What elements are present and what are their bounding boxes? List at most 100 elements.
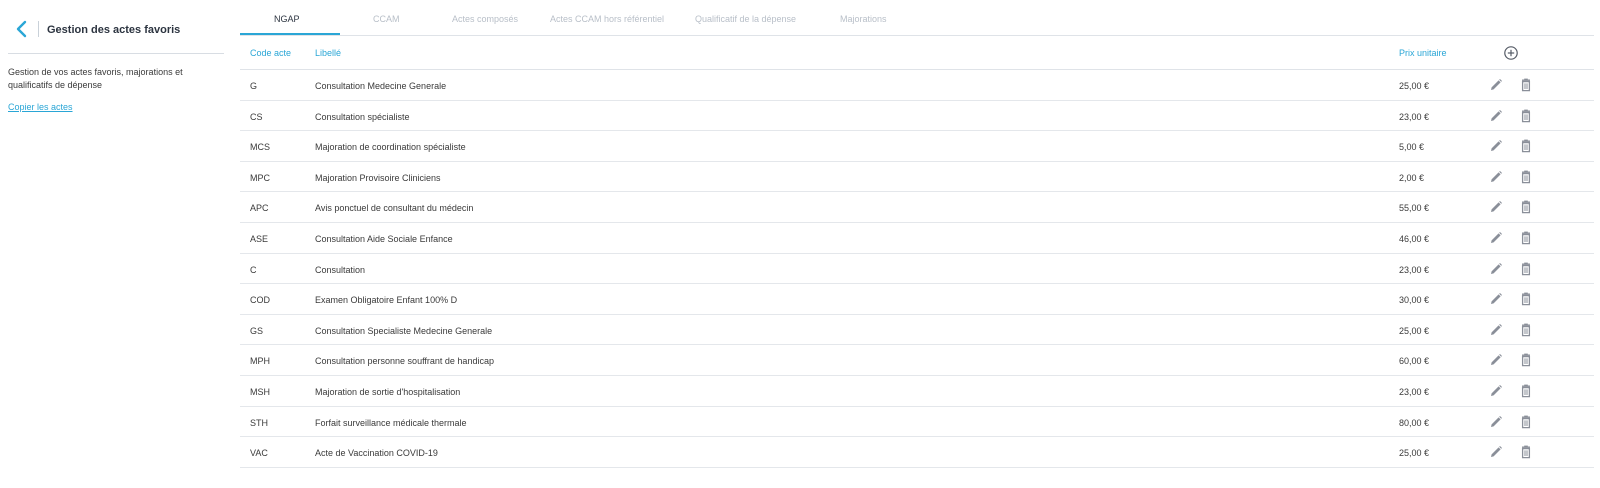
cell-code: MCS	[250, 142, 270, 153]
column-header-price[interactable]: Prix unitaire	[1399, 48, 1447, 58]
pencil-icon	[1491, 170, 1502, 182]
cell-libelle: Acte de Vaccination COVID-19	[315, 448, 438, 459]
tab-majorations[interactable]: Majorations	[840, 14, 887, 24]
delete-button[interactable]	[1519, 170, 1533, 184]
table-row: C Consultation 23,00 €	[240, 254, 1594, 285]
plus-circle-icon	[1504, 46, 1518, 60]
cell-price: 23,00 €	[1399, 111, 1430, 122]
edit-button[interactable]	[1489, 109, 1503, 123]
sidebar: Gestion des actes favoris Gestion de vos…	[0, 0, 230, 488]
edit-button[interactable]	[1489, 262, 1503, 276]
delete-button[interactable]	[1519, 200, 1533, 214]
edit-button[interactable]	[1489, 292, 1503, 306]
cell-libelle: Majoration Provisoire Cliniciens	[315, 172, 441, 183]
edit-button[interactable]	[1489, 170, 1503, 184]
cell-code: GS	[250, 325, 264, 336]
delete-button[interactable]	[1519, 292, 1533, 306]
trash-icon	[1521, 353, 1531, 367]
cell-code: STH	[250, 417, 268, 428]
sidebar-header: Gestion des actes favoris	[8, 14, 224, 54]
pencil-icon	[1491, 446, 1502, 458]
trash-icon	[1521, 445, 1531, 459]
delete-button[interactable]	[1519, 78, 1533, 92]
main-content: NGAP CCAM Actes composés Actes CCAM hors…	[240, 0, 1594, 488]
pencil-icon	[1491, 109, 1502, 121]
cell-code: VAC	[250, 448, 268, 459]
tab-qualificatif-depense[interactable]: Qualificatif de la dépense	[695, 14, 796, 24]
tab-ccam[interactable]: CCAM	[373, 14, 400, 24]
table-header: Code acte Libellé Prix unitaire	[240, 36, 1594, 70]
trash-icon	[1521, 170, 1531, 184]
delete-button[interactable]	[1519, 262, 1533, 276]
edit-button[interactable]	[1489, 353, 1503, 367]
cell-price: 80,00 €	[1399, 417, 1430, 428]
delete-button[interactable]	[1519, 384, 1533, 398]
pencil-icon	[1491, 140, 1502, 152]
cell-price: 2,00 €	[1399, 172, 1425, 183]
edit-button[interactable]	[1489, 78, 1503, 92]
edit-button[interactable]	[1489, 445, 1503, 459]
add-act-button[interactable]	[1503, 45, 1519, 61]
delete-button[interactable]	[1519, 415, 1533, 429]
table-row: STH Forfait surveillance médicale thermal…	[240, 407, 1594, 438]
table-row: VAC Acte de Vaccination COVID-19 25,00 €	[240, 437, 1594, 468]
cell-libelle: Consultation Medecine Generale	[315, 81, 447, 91]
table-row: GS Consultation Specialiste Medecine Gene…	[240, 315, 1594, 346]
back-button[interactable]	[8, 14, 36, 44]
edit-button[interactable]	[1489, 231, 1503, 245]
cell-libelle: Consultation	[315, 264, 366, 275]
trash-icon	[1521, 323, 1531, 336]
delete-button[interactable]	[1519, 231, 1533, 245]
cell-price: 25,00 €	[1399, 448, 1430, 459]
delete-button[interactable]	[1519, 445, 1533, 459]
copy-acts-link[interactable]: Copier les actes	[8, 102, 73, 112]
cell-price: 23,00 €	[1399, 264, 1430, 275]
tab-actes-composes[interactable]: Actes composés	[452, 14, 518, 24]
edit-button[interactable]	[1489, 384, 1503, 398]
active-tab-indicator	[240, 33, 340, 35]
cell-code: CS	[250, 111, 263, 122]
edit-button[interactable]	[1489, 323, 1503, 337]
cell-code: ASE	[250, 233, 269, 244]
delete-button[interactable]	[1519, 139, 1533, 153]
table-row: APC Avis ponctuel de consultant du médeci…	[240, 192, 1594, 223]
trash-icon	[1521, 384, 1531, 398]
cell-price: 46,00 €	[1399, 233, 1430, 244]
cell-libelle: Majoration de sortie d'hospitalisation	[315, 386, 461, 397]
edit-button[interactable]	[1489, 200, 1503, 214]
column-header-code[interactable]: Code acte	[250, 48, 291, 58]
pencil-icon	[1491, 201, 1502, 213]
pencil-icon	[1491, 293, 1502, 305]
cell-libelle: Majoration de coordination spécialiste	[315, 142, 466, 153]
cell-libelle: Consultation personne souffrant de handi…	[315, 356, 494, 367]
cell-code: MSH	[250, 386, 270, 397]
cell-code: APC	[250, 203, 269, 214]
cell-libelle: Avis ponctuel de consultant du médecin	[315, 203, 474, 214]
table-row: MSH Majoration de sortie d'hospitalisatio…	[240, 376, 1594, 407]
cell-price: 25,00 €	[1399, 325, 1430, 336]
table-row: G Consultation Medecine Generale 25,00 €	[240, 70, 1594, 101]
pencil-icon	[1491, 415, 1502, 427]
pencil-icon	[1491, 354, 1502, 366]
tab-ngap[interactable]: NGAP	[274, 14, 300, 24]
delete-button[interactable]	[1519, 353, 1533, 367]
trash-icon	[1521, 415, 1531, 428]
pencil-icon	[1491, 323, 1502, 335]
tab-bar: NGAP CCAM Actes composés Actes CCAM hors…	[240, 6, 1594, 36]
column-header-libelle[interactable]: Libellé	[315, 48, 341, 58]
cell-price: 5,00 €	[1399, 142, 1425, 153]
delete-button[interactable]	[1519, 109, 1533, 123]
table-row: MCS Majoration de coordination spécialist…	[240, 131, 1594, 162]
cell-libelle: Consultation Aide Sociale Enfance	[315, 233, 453, 244]
sidebar-description: Gestion de vos actes favoris, majoration…	[8, 67, 183, 90]
tab-actes-ccam-hors-referentiel[interactable]: Actes CCAM hors référentiel	[550, 14, 664, 24]
table-row: COD Examen Obligatoire Enfant 100% D 30,00…	[240, 284, 1594, 315]
cell-code: G	[250, 81, 258, 91]
table-row: CS Consultation spécialiste 23,00 €	[240, 101, 1594, 132]
edit-button[interactable]	[1489, 415, 1503, 429]
edit-button[interactable]	[1489, 139, 1503, 153]
trash-icon	[1521, 262, 1531, 275]
cell-code: COD	[250, 295, 270, 306]
delete-button[interactable]	[1519, 323, 1533, 337]
trash-icon	[1521, 78, 1531, 92]
